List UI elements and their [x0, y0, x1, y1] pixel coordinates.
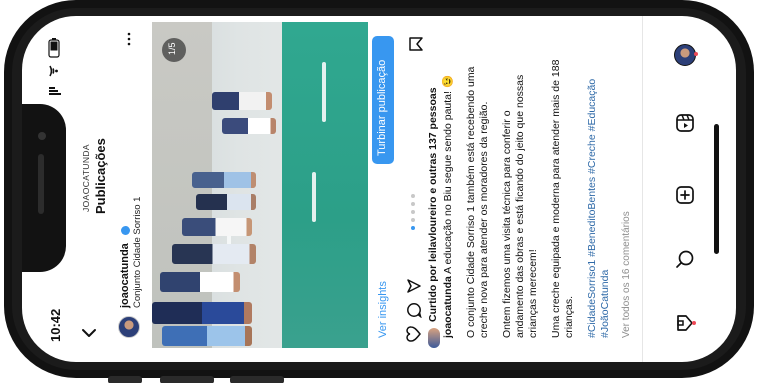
- carousel-dot-active: [411, 226, 415, 230]
- battery-icon: [48, 38, 60, 58]
- view-comments-link[interactable]: Ver todos os 16 comentários: [621, 211, 632, 338]
- status-time: 10:42: [48, 308, 63, 342]
- signal-icon: [49, 84, 61, 96]
- bookmark-icon[interactable]: [408, 36, 424, 52]
- post-photo[interactable]: [152, 22, 368, 348]
- heart-icon[interactable]: [406, 326, 422, 342]
- profile-avatar[interactable]: [674, 44, 696, 66]
- caption-p1-line1: O conjunto Cidade Sorriso 1 também está …: [465, 66, 477, 338]
- hashtags-line2[interactable]: #JoãoCatunda: [599, 270, 611, 338]
- plus-square-icon[interactable]: [674, 184, 696, 206]
- carousel-indicator: [411, 192, 417, 232]
- photo-person: [192, 172, 256, 188]
- profile-notification-dot: [694, 52, 698, 56]
- phone-side-button: [108, 376, 142, 383]
- nav-divider: [642, 16, 643, 362]
- caption-p3-line1: Uma creche equipada e moderna para atend…: [550, 59, 562, 338]
- home-icon[interactable]: [674, 312, 696, 334]
- caption-p3-line2: crianças.: [563, 295, 575, 338]
- avatar[interactable]: [118, 316, 140, 338]
- caption-p2-line2: andamento das obras e está ficando do je…: [514, 74, 526, 338]
- photo-person: [152, 302, 252, 324]
- caption-p1-line2: creche nova para atender os moradores da…: [478, 101, 490, 338]
- photo-person: [172, 244, 256, 264]
- photo-light: [312, 172, 316, 222]
- back-arrow-icon[interactable]: [80, 324, 98, 342]
- carousel-dot: [411, 218, 415, 222]
- photo-light: [322, 62, 326, 122]
- home-indicator[interactable]: [714, 124, 719, 254]
- more-options-icon[interactable]: [122, 32, 136, 46]
- insights-link[interactable]: Ver insights: [377, 281, 389, 338]
- reels-icon[interactable]: [674, 112, 696, 134]
- verified-badge-icon: [121, 226, 130, 235]
- photo-person: [222, 118, 276, 134]
- wifi-icon: [49, 64, 61, 78]
- caption-p2-line1: Ontem fizemos uma visita técnica para co…: [501, 110, 513, 338]
- carousel-dot: [411, 194, 415, 198]
- liked-by-text[interactable]: Curtido por leilavloureiro e outras 137 …: [427, 87, 439, 322]
- image-counter: 1/5: [167, 42, 177, 55]
- image-counter-badge: 1/5: [162, 38, 186, 62]
- front-camera: [38, 132, 46, 140]
- phone-side-button: [230, 376, 284, 383]
- photo-person: [162, 326, 252, 346]
- boost-button[interactable]: Turbinar publicação: [372, 36, 394, 164]
- caption-p2-line3: crianças merecem!: [527, 249, 539, 338]
- screen: 10:42 JOAOCATUNDA Publicações joaocatund…: [22, 16, 736, 362]
- caption-first-line: joaocatunda A educação no Biu segue send…: [442, 75, 454, 338]
- author-username[interactable]: joaocatunda: [119, 243, 131, 308]
- caption-username[interactable]: joaocatunda: [442, 276, 454, 338]
- carousel-dot: [411, 202, 415, 206]
- photo-person: [196, 194, 256, 210]
- speaker-grille: [38, 154, 44, 214]
- account-caps: JOAOCATUNDA: [81, 144, 91, 212]
- page-title: Publicações: [93, 138, 108, 214]
- boost-button-label: Turbinar publicação: [376, 59, 388, 156]
- paper-plane-icon[interactable]: [406, 278, 422, 294]
- phone-notch: [22, 104, 66, 272]
- photo-person: [160, 272, 240, 292]
- photo-person: [182, 218, 252, 236]
- liked-by-avatars: [428, 328, 440, 348]
- phone-side-button: [160, 376, 214, 383]
- comment-icon[interactable]: [406, 302, 422, 318]
- hashtags-line1[interactable]: #CidadeSorriso1 #BeneditoBentes #Creche …: [586, 79, 598, 338]
- post-location[interactable]: Conjunto Cidade Sorriso 1: [132, 197, 143, 308]
- phone-frame: 10:42 JOAOCATUNDA Publicações joaocatund…: [4, 0, 754, 383]
- carousel-dot: [411, 210, 415, 214]
- caption-text: A educação no Biu segue sendo pauta! 😉: [442, 75, 454, 274]
- home-notification-dot: [692, 321, 696, 325]
- photo-person: [212, 92, 272, 110]
- search-icon[interactable]: [674, 248, 696, 270]
